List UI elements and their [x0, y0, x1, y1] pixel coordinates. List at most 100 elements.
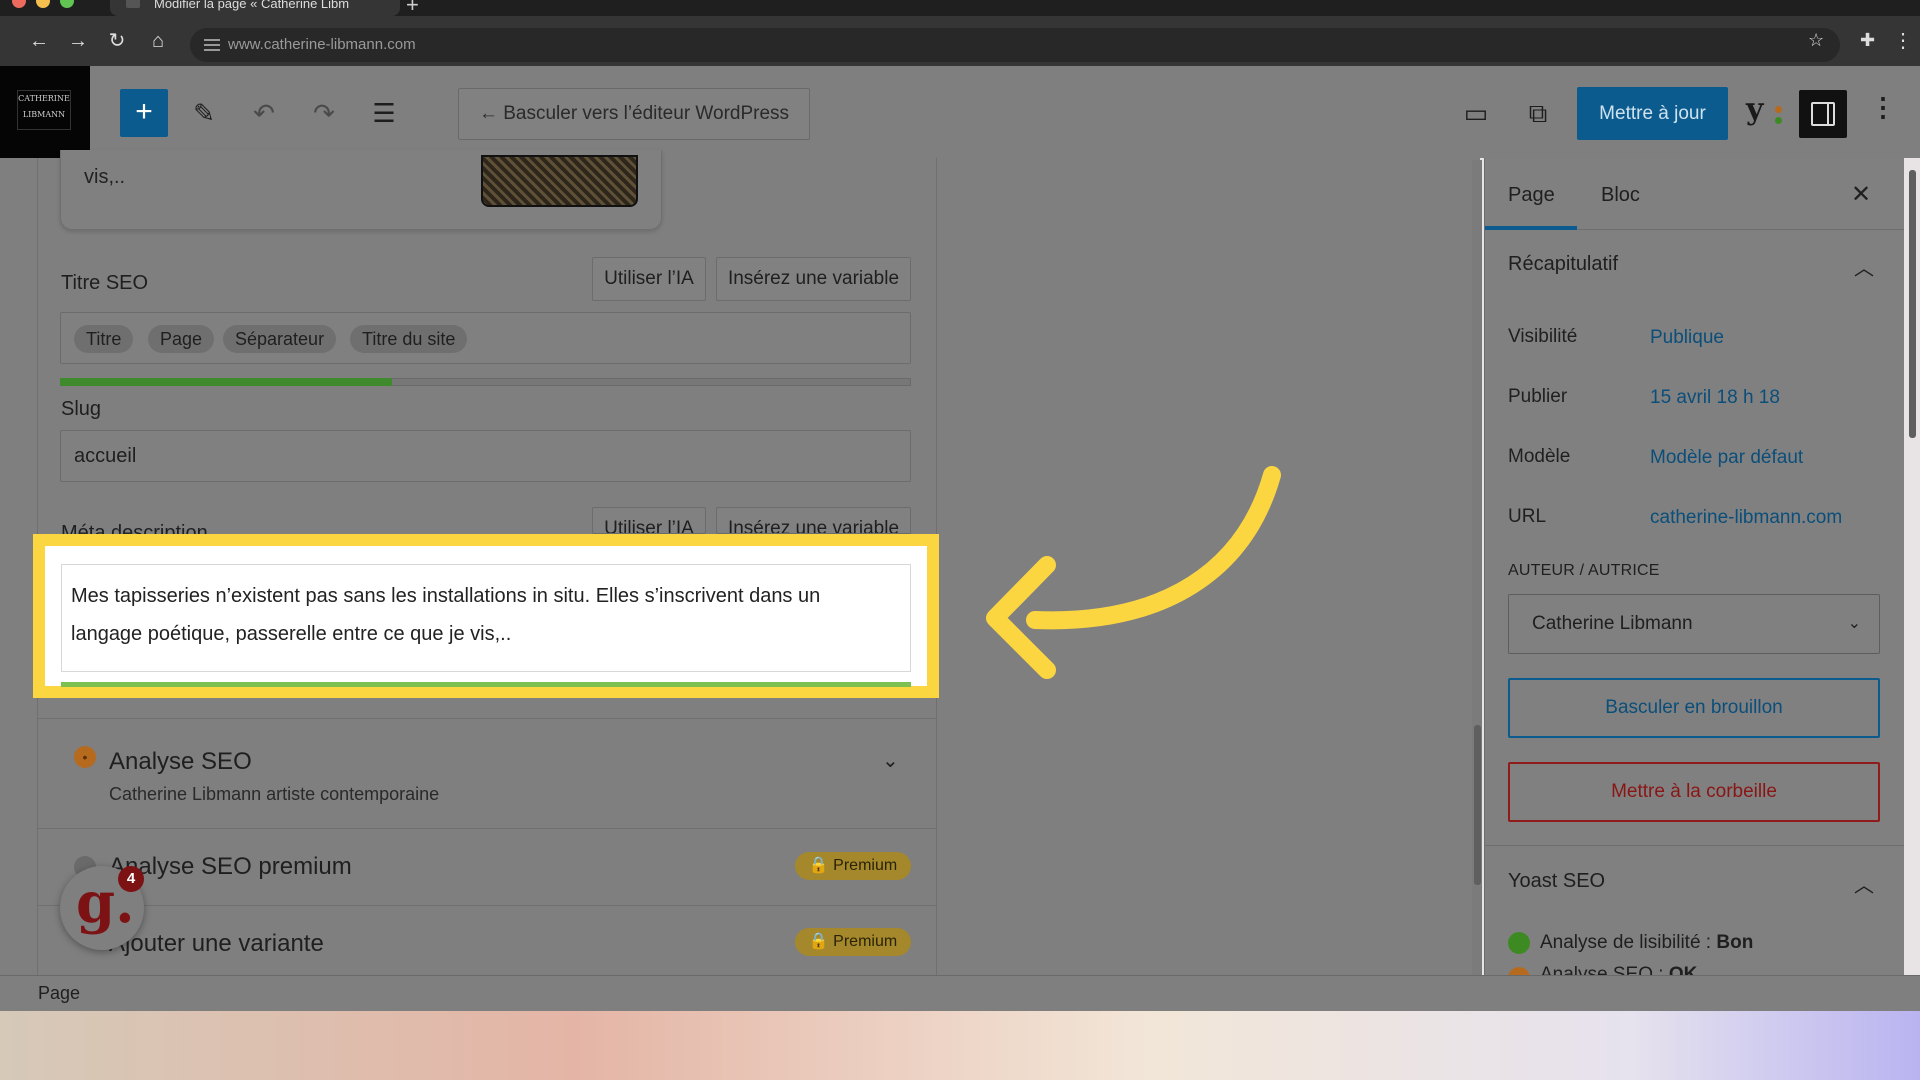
close-icon[interactable]: ✕ — [1851, 180, 1871, 209]
meta-description-line: langage poétique, passerelle entre ce qu… — [71, 623, 512, 645]
logo-line-2: LIBMANN — [22, 110, 66, 119]
view-page-icon[interactable]: ⧉ — [1518, 93, 1558, 133]
visibility-value[interactable]: Publique — [1650, 327, 1724, 349]
premium-badge-label: Premium — [833, 933, 898, 950]
browser-tab[interactable]: Modifier la page « Catherine Libm — [110, 0, 400, 16]
yoast-readability-dot — [1775, 117, 1782, 124]
switch-editor-button[interactable]: ← Basculer vers l’éditeur WordPress — [458, 88, 810, 140]
switch-to-draft-button[interactable]: Basculer en brouillon — [1508, 678, 1880, 738]
variable-chip[interactable]: Titre — [74, 325, 134, 353]
author-select[interactable]: Catherine Libmann ⌄ — [1508, 594, 1880, 654]
editor-footer — [0, 975, 1920, 1011]
preview-snippet: vis,.. — [84, 166, 126, 188]
template-label: Modèle — [1508, 446, 1571, 467]
publish-value[interactable]: 15 avril 18 h 18 — [1650, 387, 1780, 409]
premium-badge[interactable]: 🔒 Premium — [795, 928, 911, 956]
address-bar[interactable]: www.catherine-libmann.com — [190, 28, 1840, 62]
options-menu-icon[interactable]: ⋮ — [1870, 92, 1896, 123]
template-value[interactable]: Modèle par défaut — [1650, 447, 1803, 469]
premium-badge-label: Premium — [833, 857, 898, 874]
variable-chip[interactable]: Titre du site — [350, 325, 468, 353]
readability-label: Analyse de lisibilité : — [1540, 932, 1717, 953]
document-overview-icon[interactable]: ☰ — [364, 93, 404, 133]
tapestry-pattern — [483, 157, 636, 205]
seo-title-progress-fill — [60, 378, 392, 386]
chevron-down-icon: ⌄ — [1847, 615, 1861, 632]
readability-value: Bon — [1716, 932, 1754, 953]
back-icon[interactable]: ← — [24, 26, 54, 56]
block-inserter-button[interactable]: + — [120, 89, 168, 137]
breadcrumb[interactable]: Page — [38, 983, 80, 1004]
seo-status[interactable]: Analyse SEO : OK — [1540, 964, 1697, 975]
seo-status-value: OK — [1668, 964, 1698, 975]
yoast-icon[interactable]: y — [1746, 92, 1786, 134]
use-ai-button-meta[interactable]: Utiliser l’IA — [592, 507, 706, 534]
pencil-tools-icon[interactable]: ✎ — [184, 93, 224, 133]
insert-variable-button[interactable]: Insérez une variable — [716, 257, 911, 301]
insert-variable-button-meta[interactable]: Insérez une variable — [716, 507, 911, 534]
preview-image — [481, 155, 638, 207]
logo-line-1: CATHERINE — [18, 94, 70, 103]
slug-input[interactable]: accueil — [60, 430, 911, 482]
desktop-background — [0, 1011, 1920, 1080]
readability-good-icon — [1508, 932, 1530, 954]
site-logo-mark: CATHERINE LIBMANN — [17, 90, 71, 130]
readability-status[interactable]: Analyse de lisibilité : Bon — [1540, 932, 1753, 954]
add-variant-title: Ajouter une variante — [109, 930, 324, 957]
sidebar-panel-icon — [1811, 102, 1835, 126]
site-info-icon[interactable] — [204, 39, 220, 51]
tab-block[interactable]: Bloc — [1601, 184, 1640, 207]
forward-icon[interactable]: → — [63, 26, 93, 56]
url-label: URL — [1508, 506, 1547, 527]
section-divider — [1485, 845, 1904, 846]
variable-chip[interactable]: Séparateur — [223, 325, 337, 353]
chevron-down-icon[interactable]: ⌄ — [882, 748, 899, 773]
seo-analysis-title: Analyse SEO — [109, 748, 252, 775]
chat-widget-button[interactable]: g. 4 — [60, 866, 144, 950]
meta-description-label: Méta description — [61, 522, 208, 534]
author-label: AUTEUR / AUTRICE — [1508, 562, 1660, 579]
redo-icon[interactable]: ↷ — [304, 93, 344, 133]
visibility-label: Visibilité — [1508, 326, 1578, 347]
preview-device-icon[interactable]: ▭ — [1456, 93, 1496, 133]
publish-label: Publier — [1508, 386, 1568, 407]
focus-keyphrase: Catherine Libmann artiste contemporaine — [109, 784, 440, 804]
yoast-seo-dot — [1775, 106, 1782, 113]
address-bar-url: www.catherine-libmann.com — [228, 36, 416, 53]
seo-status-label: Analyse SEO : — [1540, 964, 1669, 975]
browser-menu-icon[interactable]: ⋮ — [1893, 28, 1913, 53]
yoast-section-title[interactable]: Yoast SEO — [1508, 870, 1605, 893]
summary-section-title[interactable]: Récapitulatif — [1508, 253, 1618, 276]
reload-icon[interactable]: ↻ — [102, 26, 132, 56]
meta-description-progress — [61, 682, 911, 687]
use-ai-button[interactable]: Utiliser l’IA — [592, 257, 706, 301]
bookmark-star-icon[interactable]: ☆ — [1808, 30, 1824, 51]
premium-badge[interactable]: 🔒 Premium — [795, 852, 911, 880]
sidebar-scrollbar-thumb[interactable] — [1909, 170, 1916, 438]
browser-tab-title: Modifier la page « Catherine Libm — [154, 0, 350, 11]
notification-badge: 4 — [118, 866, 144, 892]
url-value[interactable]: catherine-libmann.com — [1650, 507, 1842, 529]
undo-icon[interactable]: ↶ — [244, 93, 284, 133]
premium-analysis-title: Analyse SEO premium — [109, 853, 352, 880]
seo-title-label: Titre SEO — [61, 272, 149, 294]
update-button[interactable]: Mettre à jour — [1577, 87, 1728, 140]
extensions-icon[interactable]: ✚ — [1860, 30, 1875, 51]
pointer-arrow-icon — [986, 466, 1281, 679]
meta-description-line: Mes tapisseries n’existent pas sans les … — [71, 585, 821, 607]
home-icon[interactable]: ⌂ — [143, 26, 173, 56]
move-to-trash-button[interactable]: Mettre à la corbeille — [1508, 762, 1880, 822]
tab-page[interactable]: Page — [1508, 184, 1555, 207]
seo-score-ok-icon: • — [74, 746, 96, 768]
variable-chip[interactable]: Page — [148, 325, 215, 353]
site-logo[interactable]: CATHERINE LIBMANN — [0, 66, 90, 160]
settings-sidebar-icon[interactable] — [1799, 90, 1847, 138]
slug-label: Slug — [61, 398, 102, 420]
active-tab-indicator — [1485, 226, 1577, 230]
chevron-up-icon[interactable]: ︿ — [1854, 869, 1874, 898]
favicon-icon — [126, 0, 140, 8]
meta-description-input[interactable]: Mes tapisseries n’existent pas sans les … — [61, 564, 911, 672]
canvas-scrollbar-thumb[interactable] — [1474, 725, 1481, 885]
chevron-up-icon[interactable]: ︿ — [1854, 252, 1874, 281]
author-select-value: Catherine Libmann — [1532, 613, 1693, 634]
